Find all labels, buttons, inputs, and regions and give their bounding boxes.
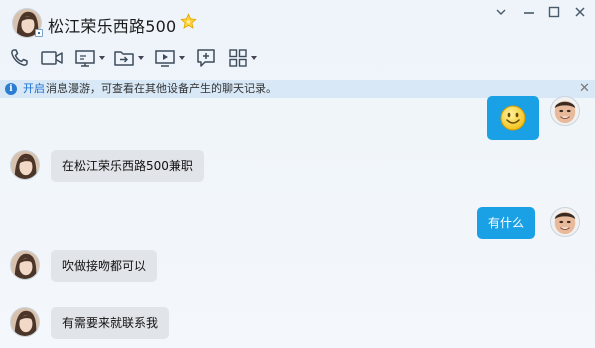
chevron-down-icon[interactable] (251, 56, 257, 60)
apps-grid-icon[interactable] (228, 46, 257, 70)
minimize-icon[interactable] (521, 4, 537, 20)
female-avatar-icon (11, 251, 39, 279)
chevron-down-icon[interactable] (99, 56, 105, 60)
chat-toolbar (0, 46, 595, 72)
online-status-icon (35, 29, 43, 37)
remote-desktop-icon[interactable] (154, 46, 185, 70)
message-bubble-outgoing[interactable]: 有什么 (477, 207, 536, 239)
my-avatar[interactable] (550, 207, 580, 237)
message-bubble-incoming[interactable]: 吹做接吻都可以 (51, 250, 158, 282)
my-avatar[interactable] (550, 96, 580, 126)
message-bubble-incoming[interactable]: 在松江荣乐西路500兼职 (51, 150, 204, 182)
message-bubble-outgoing[interactable] (487, 96, 539, 140)
notice-close-icon[interactable]: ✕ (579, 80, 590, 98)
maximize-icon[interactable] (546, 4, 562, 20)
female-avatar-icon (11, 151, 39, 179)
smiley-emoji-icon (500, 105, 526, 131)
contact-avatar[interactable] (10, 250, 40, 280)
contact-name: 松江荣乐西路500 (48, 17, 177, 36)
star-icon[interactable] (180, 13, 197, 30)
male-avatar-icon (551, 208, 579, 236)
info-icon: i (5, 83, 17, 95)
screen-share-icon[interactable] (74, 46, 105, 70)
video-icon[interactable] (40, 46, 64, 70)
contact-avatar[interactable] (10, 307, 40, 337)
chevron-down-icon[interactable] (138, 56, 144, 60)
title-bar: 松江荣乐西路500 (0, 0, 595, 44)
message-bubble-incoming[interactable]: 有需要来就联系我 (51, 307, 170, 339)
enable-roaming-link[interactable]: 开启 (23, 80, 45, 98)
contact-avatar[interactable] (10, 150, 40, 180)
male-avatar-icon (551, 97, 579, 125)
chevron-down-icon[interactable] (179, 56, 185, 60)
window-menu-chevron-icon[interactable] (493, 4, 509, 20)
close-icon[interactable] (572, 4, 588, 20)
add-chat-icon[interactable] (195, 46, 217, 70)
file-transfer-icon[interactable] (113, 46, 144, 70)
notice-text: 消息漫游，可查看在其他设备产生的聊天记录。 (46, 82, 277, 95)
female-avatar-icon (11, 308, 39, 336)
phone-icon[interactable] (9, 46, 29, 70)
